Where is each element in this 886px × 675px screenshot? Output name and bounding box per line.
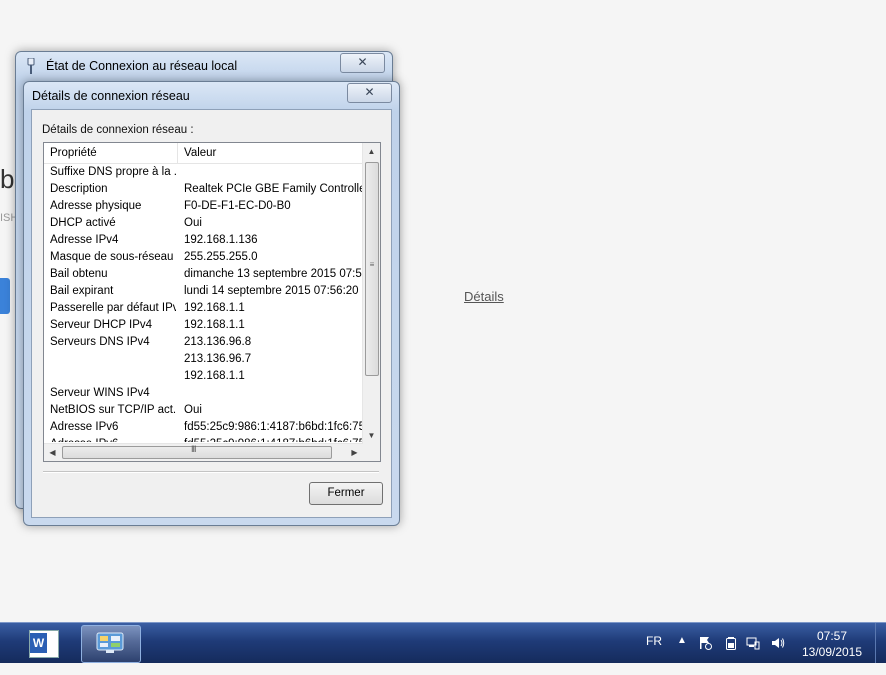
scroll-left-arrow-icon[interactable]: ◀ <box>44 444 61 461</box>
property-name: Passerelle par défaut IPv4 <box>50 302 176 314</box>
list-item[interactable]: Passerelle par défaut IPv4 192.168.1.1 <box>44 300 363 317</box>
network-cable-icon <box>27 58 35 74</box>
close-button[interactable]: ✕ <box>347 83 392 103</box>
scrollbar-corner <box>363 444 380 461</box>
list-item[interactable]: Adresse physique F0-DE-F1-EC-D0-B0 <box>44 198 363 215</box>
network-details-titlebar[interactable]: Détails de connexion réseau ✕ <box>24 82 399 110</box>
word-icon: W <box>29 630 59 658</box>
language-indicator[interactable]: FR <box>646 634 662 674</box>
scroll-up-arrow-icon[interactable]: ▲ <box>363 143 380 160</box>
property-name: Bail expirant <box>50 285 114 297</box>
details-list[interactable]: Propriété Valeur Suffixe DNS propre à la… <box>43 142 381 462</box>
system-clock[interactable]: 07:57 13/09/2015 <box>797 628 867 660</box>
property-value: F0-DE-F1-EC-D0-B0 <box>184 200 291 212</box>
network-details-title: Détails de connexion réseau <box>32 89 190 103</box>
word-letter: W <box>30 633 47 653</box>
list-item[interactable]: Suffixe DNS propre à la ... <box>44 164 363 181</box>
property-value: 213.136.96.8 <box>184 336 252 348</box>
property-value: Oui <box>184 217 202 229</box>
list-item[interactable]: Adresse IPv6 fd55:25c9:986:1:4187:b6bd:1f… <box>44 436 363 442</box>
list-item[interactable]: Masque de sous-réseau ... 255.255.255.0 <box>44 249 363 266</box>
network-details-window: Détails de connexion réseau ✕ Détails de… <box>23 81 400 526</box>
action-center-flag-icon[interactable] <box>698 636 712 650</box>
property-value: 213.136.96.7 <box>184 353 252 365</box>
property-value: Oui <box>184 404 202 416</box>
network-icon[interactable] <box>746 636 760 650</box>
list-item[interactable]: Serveur WINS IPv4 <box>44 385 363 402</box>
vertical-scroll-thumb[interactable]: ≡ <box>365 162 379 376</box>
horizontal-scroll-thumb[interactable]: III <box>62 444 332 459</box>
taskbar-network-button[interactable] <box>81 625 141 663</box>
property-name: NetBIOS sur TCP/IP act... <box>50 404 176 416</box>
property-name: Serveur WINS IPv4 <box>50 387 150 399</box>
taskbar-word-button[interactable]: W <box>14 625 72 661</box>
list-item[interactable]: Bail expirant lundi 14 septembre 2015 07:… <box>44 283 363 300</box>
property-value: fd55:25c9:986:1:4187:b6bd:1fc6:758 <box>184 436 363 442</box>
show-hidden-icons-icon[interactable]: ▲ <box>677 635 687 675</box>
clock-time: 07:57 <box>816 629 848 643</box>
property-value: Realtek PCIe GBE Family Controller <box>184 183 363 195</box>
list-item[interactable]: 213.136.96.7 <box>44 351 363 368</box>
fermer-button[interactable]: Fermer <box>309 482 383 505</box>
dialog-body: Détails de connexion réseau : Propriété … <box>31 109 392 518</box>
details-group-label: Détails de connexion réseau : <box>42 124 194 136</box>
details-link[interactable]: Détails <box>464 289 504 304</box>
property-value: dimanche 13 septembre 2015 07:56:2 <box>184 268 363 280</box>
property-name: Serveur DHCP IPv4 <box>50 319 153 331</box>
list-item[interactable]: Description Realtek PCIe GBE Family Contr… <box>44 181 363 198</box>
property-value: fd55:25c9:986:1:4187:b6bd:1fc6:758 <box>184 421 363 433</box>
volume-icon[interactable] <box>771 636 785 650</box>
battery-icon[interactable] <box>724 636 738 650</box>
list-item[interactable]: Serveurs DNS IPv4 213.136.96.8 <box>44 334 363 351</box>
list-item[interactable]: Bail obtenu dimanche 13 septembre 2015 07… <box>44 266 363 283</box>
property-name: Adresse IPv4 <box>50 234 119 246</box>
property-value: 192.168.1.136 <box>184 234 258 246</box>
background-partial-heading: b <box>0 164 15 194</box>
list-item[interactable]: 192.168.1.1 <box>44 368 363 385</box>
horizontal-scrollbar[interactable]: ◀ III ▶ <box>44 443 363 461</box>
list-item[interactable]: NetBIOS sur TCP/IP act... Oui <box>44 402 363 419</box>
property-name: Adresse physique <box>50 200 142 212</box>
scroll-right-arrow-icon[interactable]: ▶ <box>346 444 363 461</box>
list-rows: Suffixe DNS propre à la ... Description Re… <box>44 164 363 442</box>
list-header: Propriété Valeur <box>44 143 363 164</box>
property-value: 192.168.1.1 <box>184 370 245 382</box>
background-blue-button[interactable] <box>0 278 10 314</box>
property-name: Bail obtenu <box>50 268 108 280</box>
list-item[interactable]: Adresse IPv4 192.168.1.136 <box>44 232 363 249</box>
scroll-down-arrow-icon[interactable]: ▼ <box>363 427 380 444</box>
property-name: Masque de sous-réseau ... <box>50 251 176 263</box>
property-value: 192.168.1.1 <box>184 319 245 331</box>
taskbar: W FR ▲ 07:57 13/09/2015 <box>0 622 886 663</box>
list-item[interactable]: Adresse IPv6 fd55:25c9:986:1:4187:b6bd:1f… <box>44 419 363 436</box>
grip-icon: III <box>191 444 196 454</box>
property-name: Adresse IPv6 <box>50 436 176 442</box>
property-value: 255.255.255.0 <box>184 251 258 263</box>
property-name: Suffixe DNS propre à la ... <box>50 166 176 178</box>
property-value: 192.168.1.1 <box>184 302 245 314</box>
clock-date: 13/09/2015 <box>801 645 863 659</box>
separator <box>43 471 379 473</box>
property-name: DHCP activé <box>50 217 116 229</box>
property-name: Adresse IPv6 <box>50 421 119 433</box>
connection-status-titlebar[interactable]: État de Connexion au réseau local ✕ <box>16 52 392 80</box>
list-item[interactable]: Serveur DHCP IPv4 192.168.1.1 <box>44 317 363 334</box>
column-header-property[interactable]: Propriété <box>44 143 178 163</box>
close-button[interactable]: ✕ <box>340 53 385 73</box>
grip-icon: ≡ <box>369 260 375 269</box>
property-value: lundi 14 septembre 2015 07:56:20 <box>184 285 359 297</box>
connection-status-title: État de Connexion au réseau local <box>46 59 238 73</box>
column-header-value[interactable]: Valeur <box>178 143 363 163</box>
vertical-scrollbar[interactable]: ▲ ≡ ▼ <box>362 143 380 444</box>
list-item[interactable]: DHCP activé Oui <box>44 215 363 232</box>
property-name: Serveurs DNS IPv4 <box>50 336 150 348</box>
property-name: Description <box>50 183 108 195</box>
control-panel-icon <box>96 632 124 653</box>
show-desktop-button[interactable] <box>875 623 886 663</box>
